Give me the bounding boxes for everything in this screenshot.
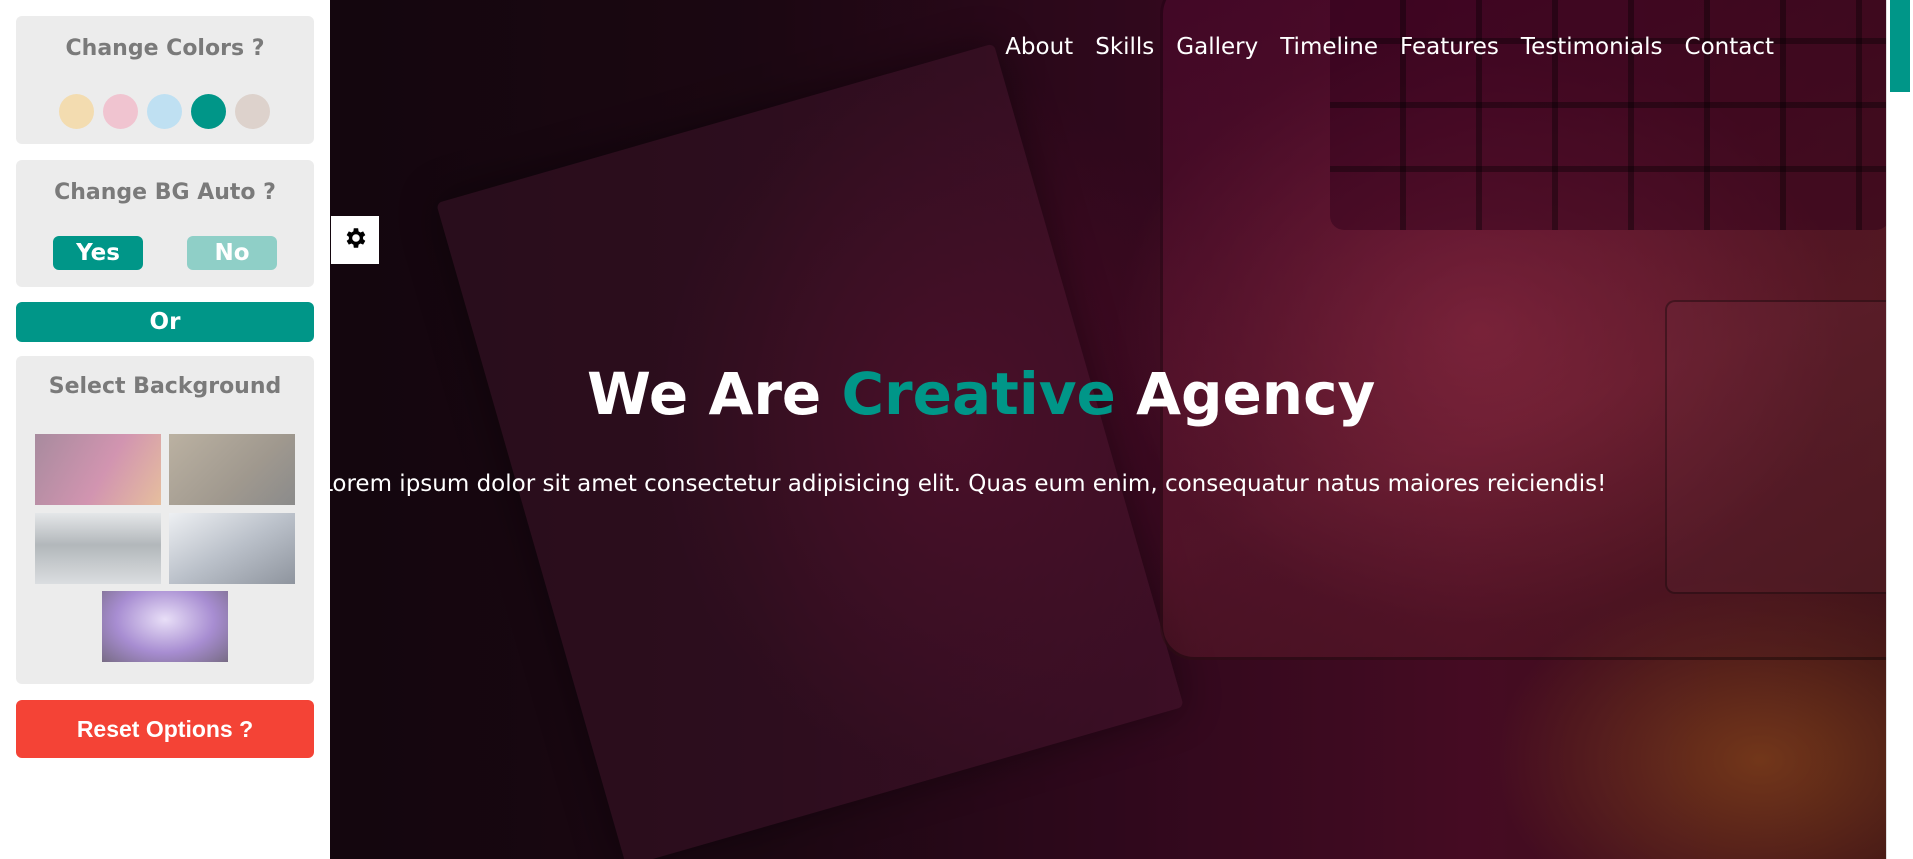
hero-title-suffix: Agency (1115, 360, 1376, 428)
nav-features[interactable]: Features (1389, 30, 1510, 64)
page-scrollbar[interactable] (1886, 0, 1913, 859)
hero-title-accent: Creative (841, 360, 1116, 428)
change-bg-auto-box: Change BG Auto ? Yes No (16, 160, 314, 287)
color-options (59, 94, 270, 129)
settings-toggle-button[interactable] (331, 216, 379, 264)
bg-auto-no-button[interactable]: No (187, 236, 277, 270)
hero-title: We Are Creative Agency (587, 360, 1375, 428)
nav-about[interactable]: About (994, 30, 1084, 64)
select-background-box: Select Background (16, 356, 314, 684)
bg-auto-yes-button[interactable]: Yes (53, 236, 143, 270)
change-bg-auto-title: Change BG Auto ? (54, 180, 276, 205)
bg-thumb-desk-workspace[interactable] (35, 513, 161, 584)
nav-contact[interactable]: Contact (1674, 30, 1785, 64)
nav-timeline[interactable]: Timeline (1269, 30, 1389, 64)
select-background-title: Select Background (48, 374, 282, 399)
nav-testimonials[interactable]: Testimonials (1510, 30, 1674, 64)
bg-thumb-keyboard-light[interactable] (169, 513, 295, 584)
bg-thumb-laptop-pink[interactable] (35, 434, 161, 505)
gear-icon (342, 225, 368, 255)
reset-options-button[interactable]: Reset Options ? (16, 700, 314, 758)
bg-thumb-desk-wood[interactable] (169, 434, 295, 505)
main-nav: About Skills Gallery Timeline Features T… (994, 30, 1785, 64)
nav-gallery[interactable]: Gallery (1165, 30, 1269, 64)
color-swatch-cream[interactable] (59, 94, 94, 129)
hero-subtitle: Lorem ipsum dolor sit amet consectetur a… (320, 471, 1607, 497)
color-swatch-blue[interactable] (147, 94, 182, 129)
or-divider: Or (16, 302, 314, 342)
color-swatch-teal-active[interactable] (191, 94, 226, 129)
scrollbar-thumb[interactable] (1890, 0, 1910, 92)
color-swatch-beige[interactable] (235, 94, 270, 129)
settings-panel: Change Colors ? Change BG Auto ? Yes No … (0, 0, 330, 859)
nav-skills[interactable]: Skills (1084, 30, 1165, 64)
change-colors-box: Change Colors ? (16, 16, 314, 144)
bg-thumb-purple-setup[interactable] (102, 591, 228, 662)
change-colors-title: Change Colors ? (65, 36, 265, 61)
hero-title-prefix: We Are (587, 360, 842, 428)
color-swatch-pink[interactable] (103, 94, 138, 129)
